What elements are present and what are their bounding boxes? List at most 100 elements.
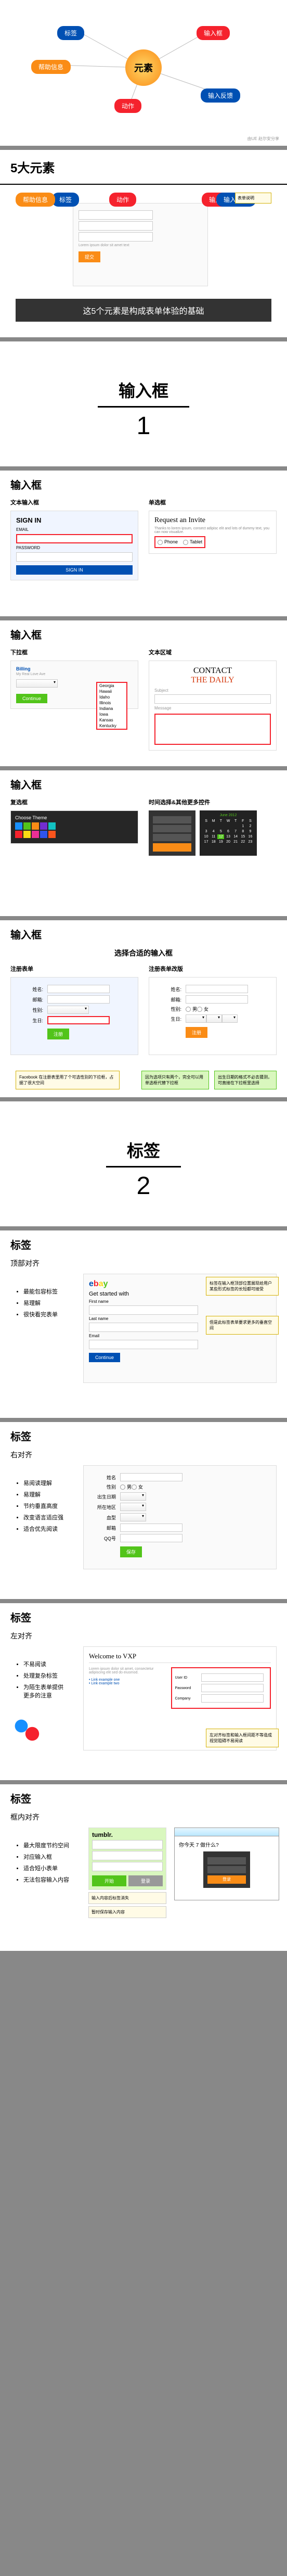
slide-title: 输入框 xyxy=(0,770,287,798)
slide-title: 输入框 xyxy=(0,920,287,948)
slide-title: 输入框 xyxy=(0,620,287,648)
slide-section-label: 标签 2 xyxy=(0,1101,287,1226)
calendar[interactable]: June 2012 SMTWTFS 12 3456789 10111213141… xyxy=(200,810,257,856)
note-date: 出生日期的格式不必去猜测，可直接在下拉框里选择 xyxy=(214,1071,277,1089)
slide-label-right: 标签 右对齐 易阅读理解易理解节约垂直高度改变语言适应强适合优先阅读 姓名 性别… xyxy=(0,1422,287,1599)
pass-input[interactable] xyxy=(207,1866,246,1873)
feature-list: 最大限度节约空间对应输入框适合短小表单无法包容输入内容 xyxy=(0,1828,88,1897)
mock-submit-button: 提交 xyxy=(79,251,100,262)
annotation: 表单说明 xyxy=(235,193,271,204)
submit-button[interactable]: 注册 xyxy=(47,1029,69,1039)
left-title: 注册表单 xyxy=(10,965,138,973)
form-mock: Lorem ipsum dolor sit amet text 提交 xyxy=(73,203,208,286)
user-input[interactable] xyxy=(207,1857,246,1864)
node-label: 标签 xyxy=(57,26,84,40)
right-title: 注册表单改版 xyxy=(149,965,277,973)
name-input[interactable] xyxy=(120,1473,182,1481)
slide-five-elements: 5大元素 Lorem ipsum dolor sit amet text 提交 … xyxy=(0,150,287,337)
slide-input-dropdown-textarea: 输入框 下拉框 Billing My Real Love Ave Georgia… xyxy=(0,620,287,766)
section-title: 输入框 xyxy=(98,378,189,408)
tumblr-logo: tumblr. xyxy=(92,1831,163,1838)
email-input[interactable] xyxy=(92,1840,163,1849)
slide-input-checkbox-date: 输入框 复选框 Choose Theme 时间选择&其他更多控件 June 20… xyxy=(0,770,287,916)
save-button[interactable]: 保存 xyxy=(120,1546,142,1557)
invite-title: Request an Invite xyxy=(154,516,271,525)
col-title-datepicker: 时间选择&其他更多控件 xyxy=(149,798,277,806)
slide-subtitle: 右对齐 xyxy=(0,1450,287,1465)
annotation: 标签在输入框顶部位置展现给用户某些形式标签的长短都可接受 xyxy=(206,1277,279,1296)
slide-title: 输入框 xyxy=(0,471,287,498)
mindmap: 元素 标签 输入框 帮助信息 输入反馈 动作 xyxy=(0,16,287,120)
email-input[interactable] xyxy=(120,1524,182,1532)
slide-title: 5大元素 xyxy=(0,150,287,185)
login-panel: 登录 xyxy=(203,1851,250,1888)
todo-prompt: 你今天 7 做什么? xyxy=(179,1841,275,1848)
start-button[interactable]: 开始 xyxy=(92,1875,126,1886)
slide-label-left: 标签 左对齐 不易阅读处理复杂标签为陌生表单提供更多的注意 Welcome to… xyxy=(0,1603,287,1780)
summary-banner: 这5个元素是构成表单体验的基础 xyxy=(16,299,271,322)
col-title-checkbox: 复选框 xyxy=(10,798,138,806)
contact-title: CONTACTTHE DAILY xyxy=(154,666,271,685)
slide-title: 标签 xyxy=(0,1422,287,1450)
footer-credit: 由UE 赵尔安分享 xyxy=(247,136,279,142)
slide-title: 标签 xyxy=(0,1784,287,1812)
col-title-text: 文本输入框 xyxy=(10,498,138,506)
continue-button[interactable]: Continue xyxy=(89,1353,120,1362)
welcome-title: Welcome to VXP xyxy=(89,1652,271,1663)
col-title-textarea: 文本区域 xyxy=(149,648,277,656)
qq-input[interactable] xyxy=(120,1534,182,1542)
gender-dropdown[interactable] xyxy=(47,1006,89,1014)
time-select[interactable] xyxy=(149,810,195,856)
login-button[interactable]: 登录 xyxy=(207,1875,246,1884)
section-title: 标签 xyxy=(106,1138,181,1168)
annotation: 输入内容后标签消失 xyxy=(88,1892,166,1904)
password-input[interactable] xyxy=(92,1851,163,1860)
node-inputbox: 输入框 xyxy=(197,26,230,40)
slide-elements-mindmap: 元素 标签 输入框 帮助信息 输入反馈 动作 由UE 赵尔安分享 xyxy=(0,0,287,146)
annotation: 但是此标签表单要求更多的垂直空间 xyxy=(206,1316,279,1335)
section-number: 1 xyxy=(0,412,287,440)
node-help: 帮助信息 xyxy=(31,60,71,74)
message-textarea[interactable] xyxy=(154,714,271,745)
node-feedback: 输入反馈 xyxy=(201,88,240,103)
color-picker[interactable] xyxy=(15,822,77,838)
billing-title: Billing xyxy=(16,666,133,671)
slide-subtitle: 选择合适的输入框 xyxy=(0,948,287,958)
signin-title: SIGN IN xyxy=(16,516,133,524)
decorative-blob xyxy=(10,1718,47,1744)
url-input[interactable] xyxy=(92,1862,163,1871)
slide-title: 标签 xyxy=(0,1603,287,1631)
signin-button[interactable]: SIGN IN xyxy=(16,565,133,575)
state-dropdown[interactable] xyxy=(16,679,58,688)
slide-subtitle: 左对齐 xyxy=(0,1631,287,1646)
note-facebook: Facebook 在注册表里用了个可选性别的下拉框，占据了很大空间 xyxy=(16,1071,120,1089)
slide-title: 标签 xyxy=(0,1230,287,1258)
browser-mock: 你今天 7 做什么? 登录 xyxy=(174,1828,279,1900)
continue-button[interactable]: Continue xyxy=(16,694,47,703)
slide-choose-input: 输入框 选择合适的输入框 注册表单 姓名: 邮箱: 性别: 生日: 注册 注册表… xyxy=(0,920,287,1097)
radio-phone[interactable] xyxy=(158,540,163,545)
callout-action: 动作 xyxy=(109,193,136,207)
email-input[interactable] xyxy=(16,534,133,543)
ebay-logo: ebay xyxy=(89,1279,108,1288)
password-input[interactable] xyxy=(16,552,133,562)
slide-label-top: 标签 顶部对齐 最能包容标签易理解很快看完表单 ebay Get started… xyxy=(0,1230,287,1418)
dropdown-options[interactable]: GeorgiaHawaiiIdahoIllinoisIndianaIowaKan… xyxy=(96,682,127,730)
radio-tablet[interactable] xyxy=(183,540,188,545)
invite-subtitle: Thanks to lorem ipsum, consect adipisc e… xyxy=(154,527,271,534)
callout-label: 标签 xyxy=(52,193,79,207)
subject-input[interactable] xyxy=(154,694,271,704)
submit-button[interactable]: 注册 xyxy=(186,1027,207,1038)
slide-section-input: 输入框 1 xyxy=(0,341,287,466)
slide-label-inside: 标签 框内对齐 最大限度节约空间对应输入框适合短小表单无法包容输入内容 tumb… xyxy=(0,1784,287,1951)
feature-list: 不易阅读处理复杂标签为陌生表单提供更多的注意 xyxy=(0,1646,83,1713)
col-title-radio: 单选框 xyxy=(149,498,277,506)
note-radio: 因为选项只有两个，完全可以用单选框代替下拉框 xyxy=(141,1071,209,1089)
slide-subtitle: 顶部对齐 xyxy=(0,1258,287,1274)
login-button[interactable]: 登录 xyxy=(128,1875,163,1886)
feature-list: 最能包容标签易理解很快看完表单 xyxy=(0,1274,83,1332)
slide-subtitle: 框内对齐 xyxy=(0,1812,287,1828)
center-node: 元素 xyxy=(125,49,162,86)
section-number: 2 xyxy=(0,1172,287,1200)
col-title-dropdown: 下拉框 xyxy=(10,648,138,656)
